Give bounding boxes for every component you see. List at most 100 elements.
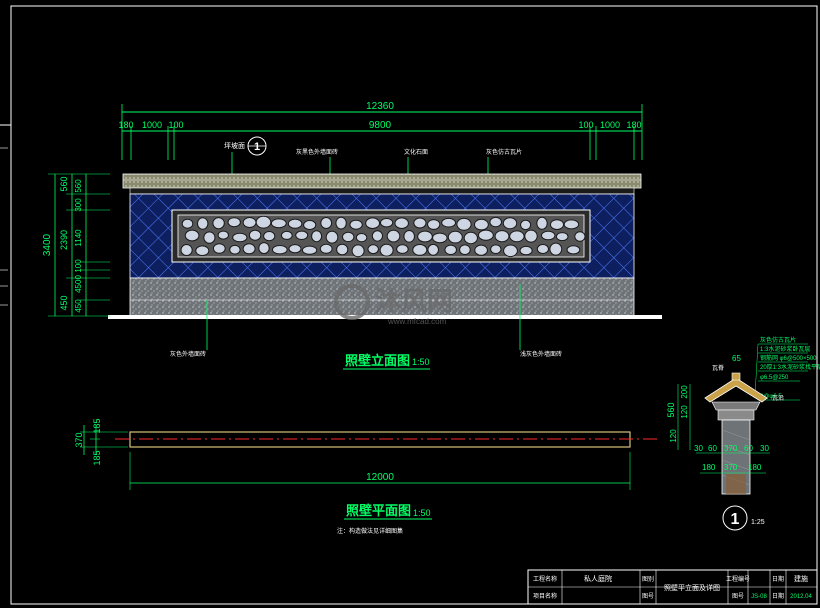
- plan-dim-185-bottom: 185: [92, 450, 102, 465]
- section-roof: [704, 377, 768, 403]
- dim-overall: 12360: [366, 101, 394, 112]
- dim-middle: 9800: [369, 120, 392, 131]
- dim-left-450a: 450: [59, 295, 69, 310]
- carved-stone: [380, 218, 394, 228]
- carved-stone: [195, 245, 210, 256]
- carved-stone: [541, 230, 556, 241]
- carved-stone: [489, 216, 503, 228]
- dim-right-1000: 1000: [600, 120, 620, 130]
- tb-c9b: 2012.04: [790, 594, 812, 600]
- carved-stone: [459, 244, 471, 255]
- carved-stone: [229, 244, 241, 255]
- plan-dim-370: 370: [74, 432, 84, 447]
- carved-stone: [365, 217, 381, 229]
- carved-stone: [227, 217, 241, 228]
- carved-stone: [270, 218, 287, 229]
- carved-stone: [413, 217, 427, 229]
- sec-dim-ridge-r: 瓦沿: [772, 394, 784, 402]
- carved-stone: [555, 232, 569, 242]
- carved-stone: [255, 215, 272, 229]
- label-cap: 坪坡面: [224, 141, 245, 150]
- dim-left-100: 100: [168, 120, 183, 130]
- spec-4: φ6.5@250: [760, 375, 789, 381]
- carved-stone: [242, 217, 257, 228]
- dim-left-2390: 2390: [59, 230, 69, 250]
- section-callout-number: 1: [731, 511, 740, 528]
- spec-2: 钢筋网 φ6@500×500: [760, 354, 817, 362]
- carved-stone: [258, 242, 270, 255]
- plan-dim-185-top: 185: [92, 418, 102, 433]
- carved-stone: [311, 230, 323, 243]
- carved-stone: [394, 217, 409, 229]
- carved-stone: [342, 231, 355, 243]
- carved-stone: [325, 230, 339, 244]
- carved-stone: [197, 217, 209, 230]
- carved-stone: [474, 218, 489, 231]
- carved-stone: [550, 219, 564, 231]
- carved-stone: [490, 244, 502, 254]
- tb-c8a: 日期: [772, 575, 784, 583]
- carved-stone: [212, 243, 226, 254]
- carved-stone: [295, 230, 309, 241]
- tb-drawing-name: 照壁平立面及详图: [664, 583, 720, 592]
- carved-stone: [335, 216, 347, 230]
- cad-drawing-sheet: 12360 180 1000 100 9800 100 1000 180 1 坪…: [0, 5, 820, 605]
- tb-c1: 工程名称: [533, 575, 557, 583]
- carved-stone: [427, 219, 441, 230]
- dim-right-180: 180: [626, 120, 641, 130]
- sec-dim-120-base: 120: [669, 429, 678, 443]
- spec-title: 灰色仿古瓦片: [760, 336, 796, 344]
- tb-code: JS-08: [751, 594, 767, 600]
- carved-stone: [203, 231, 216, 244]
- carved-stone: [509, 230, 525, 243]
- wall-cap: [122, 173, 642, 189]
- carved-stone: [386, 229, 401, 243]
- carved-stone: [456, 217, 472, 231]
- tb-c6a: 工程编号: [726, 575, 750, 583]
- dim-right-100: 100: [578, 120, 593, 130]
- label-top-c: 灰色仿古瓦片: [486, 148, 522, 156]
- carved-stone: [320, 217, 333, 229]
- carved-stone: [396, 244, 409, 254]
- plan-title: 照壁平面图: [346, 503, 411, 518]
- sec-dim-370: 370: [724, 444, 738, 453]
- plan-scale: 1:50: [413, 508, 431, 518]
- tb-c2: 项目名称: [533, 592, 557, 600]
- carved-stone: [478, 229, 494, 241]
- callout-1-number: 1: [254, 141, 260, 153]
- detail-callout-1: 1: [247, 136, 267, 156]
- sec-dim-180-left: 180: [702, 463, 716, 472]
- section-detail: 灰色仿古瓦片 1:3水泥砂浆卧瓦层 钢筋网 φ6@500×500 20厚1:3水…: [666, 336, 820, 531]
- sec-dim-560: 560: [666, 402, 676, 417]
- label-top-a: 灰黑色外墙面砖: [296, 148, 338, 156]
- carved-stone: [403, 230, 416, 243]
- carved-stone: [248, 229, 262, 241]
- title-block: 工程名称 项目名称 私人庭院 图别 图号 照壁平立面及详图 工程编号 图号 JS…: [527, 569, 818, 605]
- tb-c8b: 日期: [772, 592, 784, 600]
- carved-stone: [272, 245, 288, 255]
- plan-note: 注：构造做法见详细图集: [337, 527, 403, 535]
- dim-sub-560: 560: [74, 179, 83, 193]
- sec-dim-180-right: 180: [748, 463, 762, 472]
- carved-stone: [288, 244, 302, 254]
- carved-stone: [319, 243, 333, 254]
- sec-dim-65: 65: [732, 354, 741, 363]
- carved-stone: [444, 244, 458, 256]
- tb-c4b: 图号: [642, 593, 654, 600]
- watermark-url: www.mfcad.com: [387, 317, 447, 326]
- dim-sub-4500: 4500: [74, 275, 83, 293]
- carved-stone: [432, 232, 448, 244]
- carved-stone: [242, 243, 256, 255]
- carved-stone: [474, 244, 488, 256]
- elevation-title: 照壁立面图: [345, 353, 410, 368]
- dim-base-450b: 450: [74, 299, 83, 313]
- carved-stone: [574, 231, 586, 242]
- dim-height-total: 3400: [42, 233, 53, 256]
- elevation-view: 12360 180 1000 100 9800 100 1000 180 1 坪…: [42, 101, 662, 370]
- dim-left-1000: 1000: [142, 120, 162, 130]
- dim-sub-100: 100: [74, 259, 83, 273]
- sec-dim-60: 60: [708, 444, 717, 453]
- carved-stone: [566, 245, 581, 255]
- carved-stone: [184, 229, 200, 242]
- watermark-text: 沐风网: [375, 286, 453, 316]
